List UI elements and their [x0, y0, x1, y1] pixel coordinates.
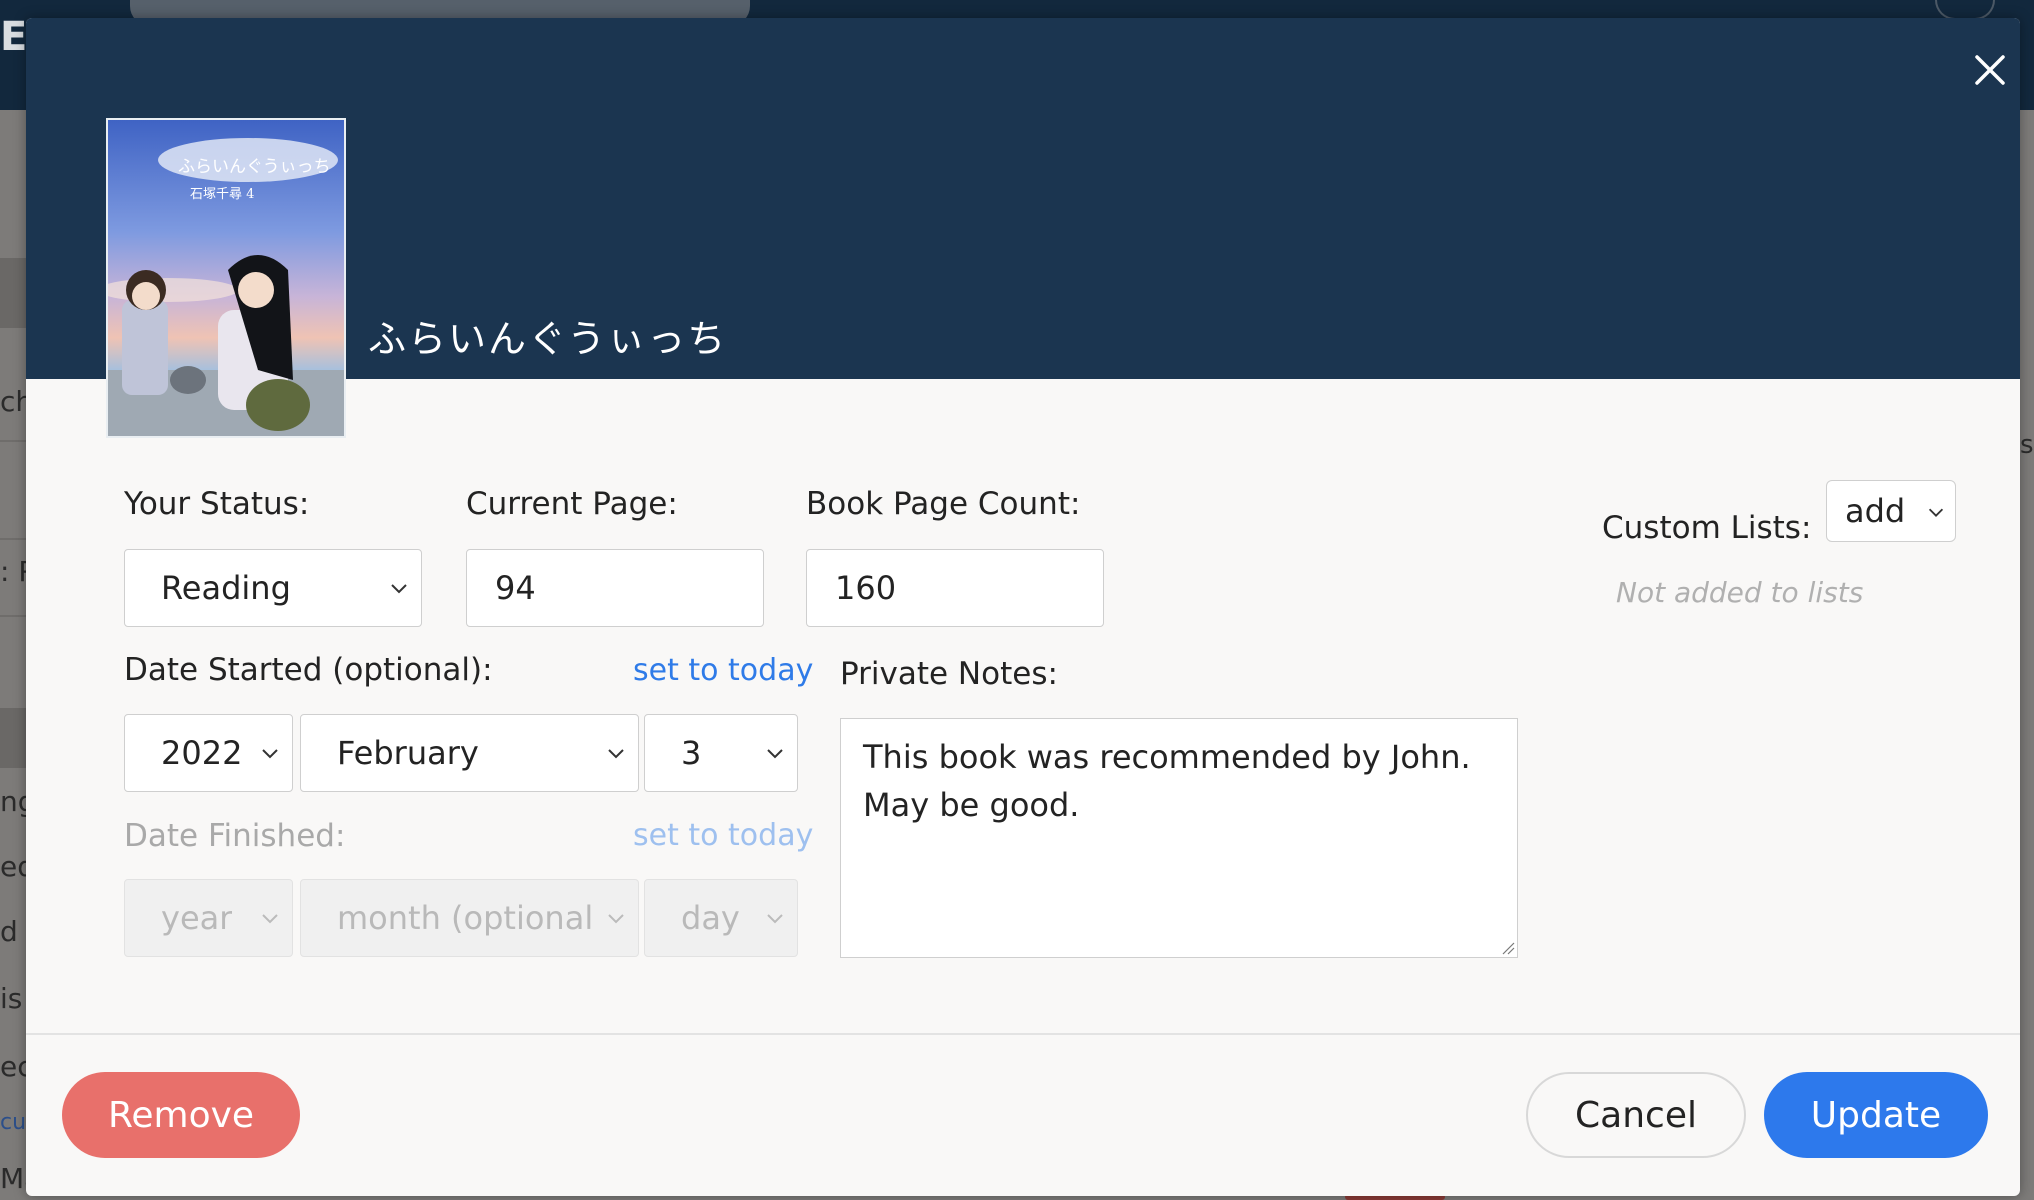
date-started-day-value: 3 [681, 734, 702, 772]
date-finished-year-placeholder: year [161, 899, 233, 937]
date-finished-day-placeholder: day [681, 899, 740, 937]
page-count-value: 160 [835, 569, 897, 607]
chevron-down-icon [767, 749, 783, 759]
background-band [0, 708, 26, 768]
chevron-down-icon [767, 914, 783, 924]
custom-lists-select-value: add [1845, 492, 1906, 530]
private-notes-label: Private Notes: [840, 656, 1058, 692]
current-page-input[interactable]: 94 [466, 549, 764, 627]
remove-button[interactable]: Remove [62, 1072, 300, 1158]
date-finished-year-select[interactable]: year [124, 879, 293, 957]
date-finished-month-placeholder: month (optional) [337, 899, 591, 937]
date-started-month-select[interactable]: February [300, 714, 639, 792]
chevron-down-icon [608, 749, 624, 759]
footer-divider [26, 1033, 2020, 1035]
edit-book-modal: ふらいんぐうぃっち 石塚千尋 4 ふらいんぐうぃっち Your Status: … [26, 18, 2020, 1196]
current-page-label: Current Page: [466, 486, 678, 522]
custom-lists-label: Custom Lists: [1602, 510, 1812, 546]
status-value: Reading [161, 569, 291, 607]
private-notes-line: This book was recommended by John. [863, 738, 1471, 776]
custom-lists-select[interactable]: add [1826, 480, 1956, 542]
chevron-down-icon [262, 914, 278, 924]
private-notes-line: May be good. [863, 786, 1080, 824]
date-started-year-value: 2022 [161, 734, 243, 772]
background-band [0, 258, 26, 328]
chevron-down-icon [608, 914, 624, 924]
page-count-label: Book Page Count: [806, 486, 1081, 522]
background-text: d [0, 915, 18, 948]
chevron-down-icon [391, 584, 407, 594]
book-cover-image: ふらいんぐうぃっち 石塚千尋 4 [106, 118, 346, 438]
resize-handle-icon[interactable] [1501, 941, 1515, 955]
background-divider [0, 538, 26, 540]
background-divider [0, 615, 26, 617]
background-divider [0, 440, 26, 442]
chevron-down-icon [1928, 508, 1944, 517]
date-finished-set-today-link[interactable]: set to today [633, 818, 813, 853]
book-title: ふらいんぐうぃっち [368, 317, 728, 361]
status-select[interactable]: Reading [124, 549, 422, 627]
close-button[interactable] [1962, 42, 2018, 98]
private-notes-textarea[interactable]: This book was recommended by John. May b… [840, 718, 1518, 958]
date-started-year-select[interactable]: 2022 [124, 714, 293, 792]
close-icon [1975, 55, 2005, 85]
cover-title-text: ふらいんぐうぃっち [178, 157, 331, 177]
chevron-down-icon [262, 749, 278, 759]
background-text: cu [0, 1110, 27, 1135]
current-page-value: 94 [495, 569, 536, 607]
date-finished-label: Date Finished: [124, 818, 346, 854]
date-started-label: Date Started (optional): [124, 652, 493, 688]
cancel-button[interactable]: Cancel [1526, 1072, 1746, 1158]
date-started-set-today-link[interactable]: set to today [633, 653, 813, 688]
custom-lists-empty-text: Not added to lists [1616, 576, 1864, 609]
background-text: s [2020, 430, 2034, 460]
update-button[interactable]: Update [1764, 1072, 1988, 1158]
cover-author-text: 石塚千尋 4 [190, 187, 254, 202]
background-text: is [0, 982, 23, 1015]
date-started-month-value: February [337, 734, 479, 772]
date-finished-month-select[interactable]: month (optional) [300, 879, 639, 957]
date-finished-day-select[interactable]: day [644, 879, 798, 957]
page-count-input[interactable]: 160 [806, 549, 1104, 627]
date-started-day-select[interactable]: 3 [644, 714, 798, 792]
status-label: Your Status: [124, 486, 310, 522]
